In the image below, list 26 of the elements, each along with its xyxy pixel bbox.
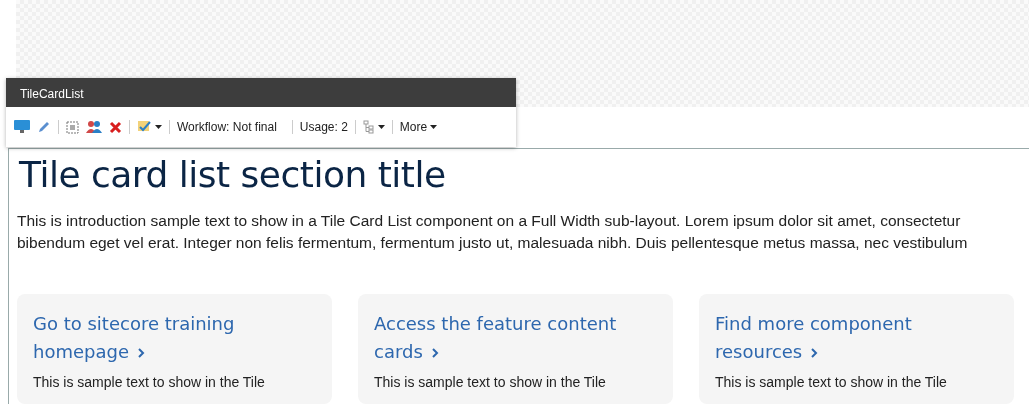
section-title: Tile card list section title (19, 153, 447, 197)
checked-document-icon (137, 120, 152, 134)
card-link[interactable]: Access the feature content cards (374, 310, 657, 367)
pencil-icon[interactable] (37, 120, 51, 134)
card-text: This is sample text to show in the Tile (33, 373, 266, 393)
caret-icon (155, 125, 162, 129)
monitor-icon[interactable] (14, 120, 30, 134)
chevron-right-icon (430, 347, 440, 360)
approve-dropdown[interactable] (137, 120, 162, 134)
workflow-status: Workflow: Not final (177, 119, 277, 136)
toolbar-title: TileCardList (6, 78, 516, 107)
chevron-right-icon (136, 347, 146, 360)
intro-paragraph: This is introduction sample text to show in a Tile Card List component on a Full Width sub-layout. Lorem ipsum dolor sit amet, consectetur bibendum eget vel erat. Integer non felis fermentum, fermentum justo ut, malesuada nibh. Duis pellentesque metus massa, nec vestibulum (17, 211, 969, 254)
usage-link[interactable]: Usage: 2 (299, 118, 348, 136)
card-link[interactable]: Find more component resources (715, 310, 998, 367)
more-dropdown[interactable]: More (399, 118, 438, 136)
people-icon[interactable] (86, 120, 102, 134)
card-text: This is sample text to show in the Tile (715, 373, 948, 393)
delete-icon[interactable] (109, 120, 122, 134)
card-text: This is sample text to show in the Tile (374, 373, 607, 393)
tree-icon (362, 120, 375, 134)
chevron-right-icon (809, 347, 819, 360)
caret-icon (377, 125, 385, 129)
card-link[interactable]: Go to sitecore training homepage (33, 310, 316, 367)
caret-icon (430, 125, 438, 129)
tree-dropdown[interactable] (362, 120, 385, 134)
